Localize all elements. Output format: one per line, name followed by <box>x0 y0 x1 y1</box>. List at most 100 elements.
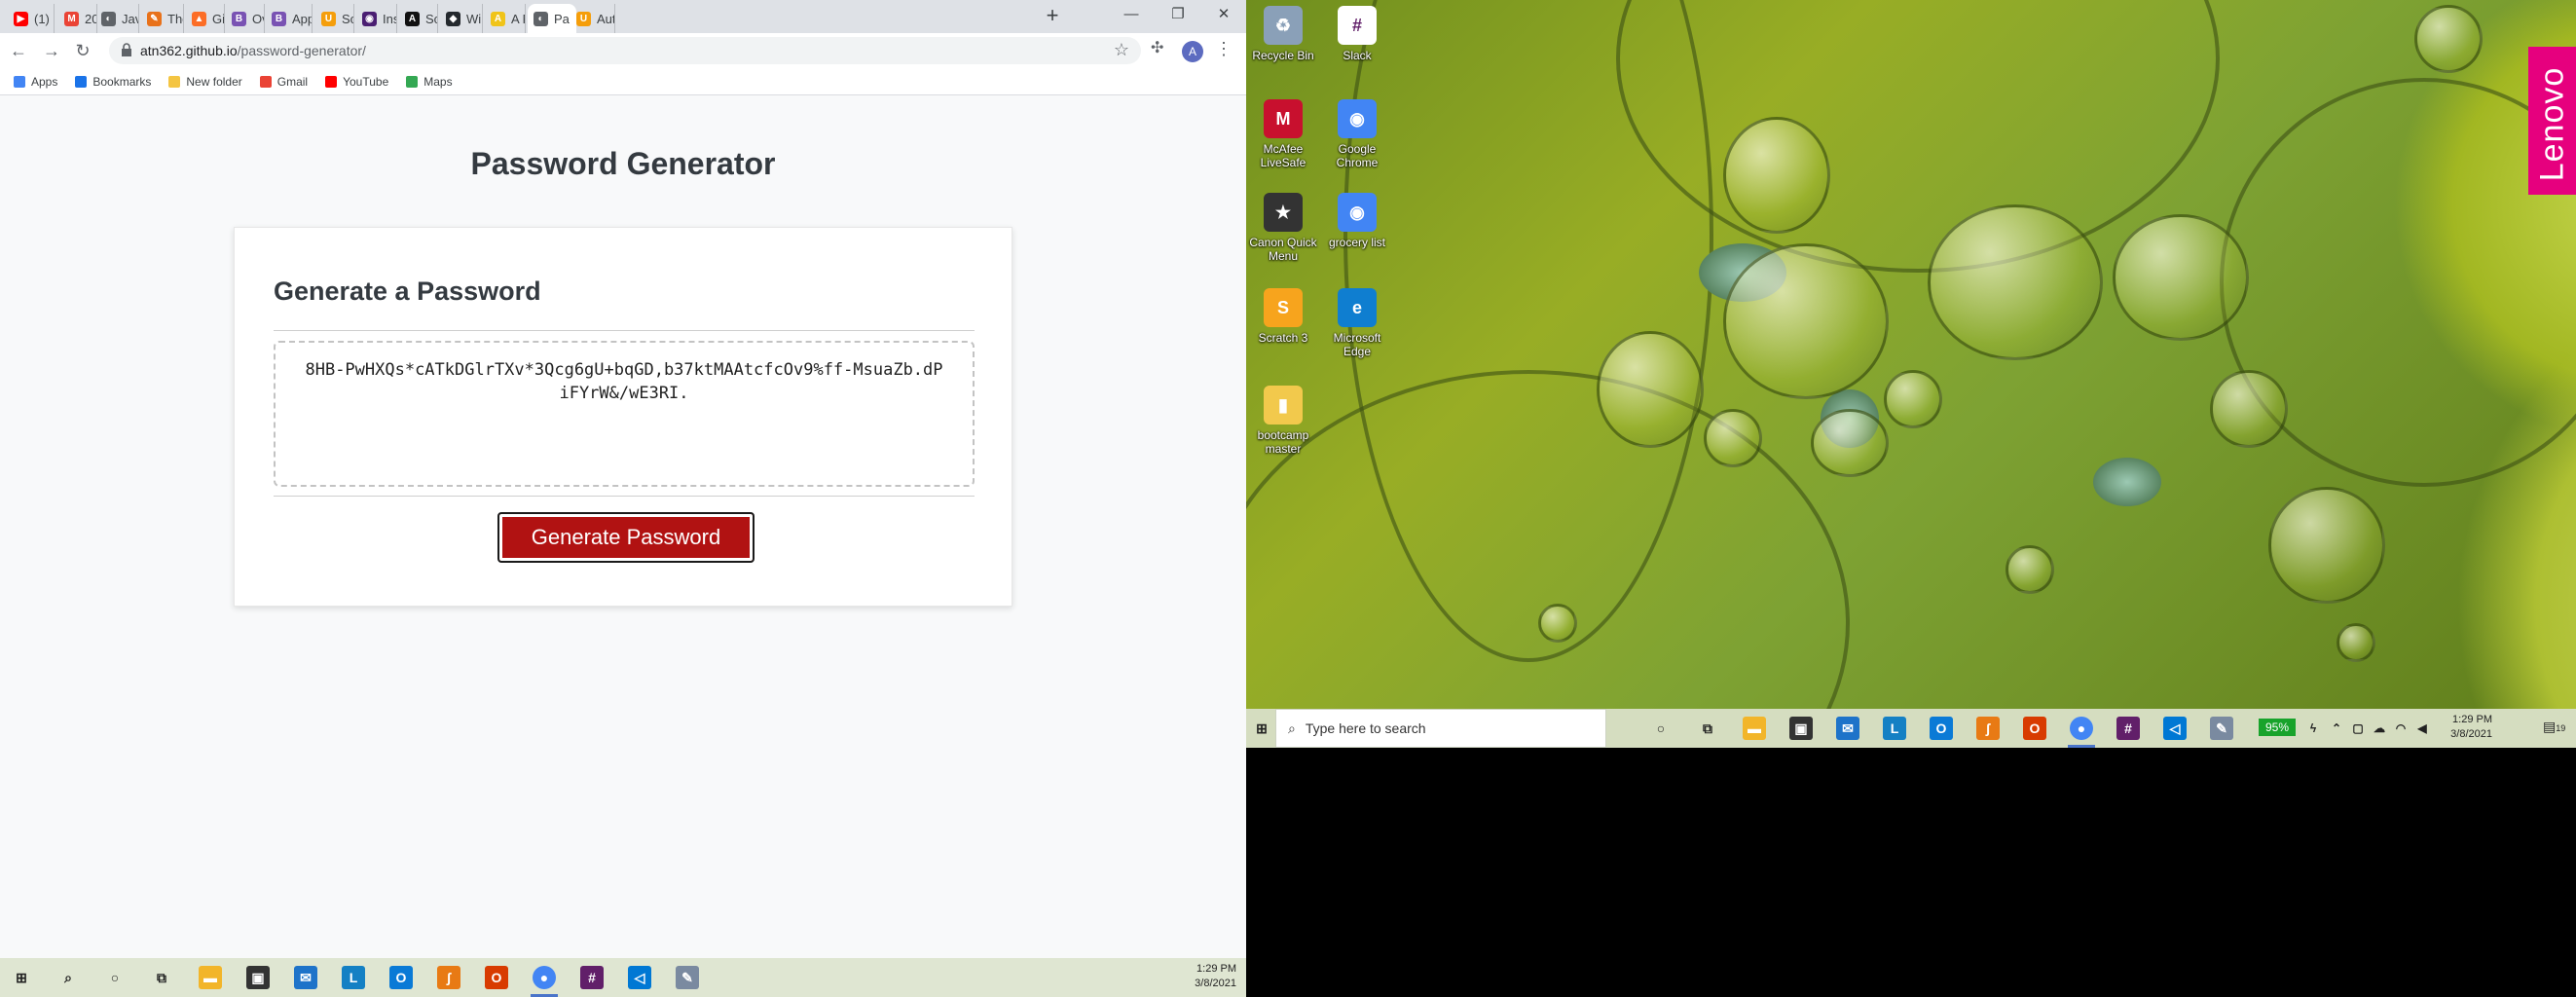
password-textarea[interactable]: 8HB-PwHXQs*cATkDGlrTXv*3Qcg6gU+bqGD,b37k… <box>274 341 975 487</box>
file-explorer-icon[interactable]: ▬ <box>1743 717 1766 740</box>
tab-label: Score <box>425 11 437 26</box>
reload-icon[interactable]: ↻ <box>70 38 95 63</box>
outlook-icon[interactable]: O <box>1930 717 1953 740</box>
task-view-icon[interactable]: ⧉ <box>150 966 173 989</box>
browser-tab[interactable]: B Appro <box>266 4 313 33</box>
tab-favicon-icon: ◉ <box>362 11 377 26</box>
address-bar[interactable]: atn362.github.io/password-generator/ ☆ <box>109 37 1141 64</box>
browser-tab[interactable]: B Overv <box>226 4 265 33</box>
close-window-icon[interactable]: ✕ <box>1201 0 1246 29</box>
scratch-icon[interactable]: ʃ <box>437 966 460 989</box>
wifi-icon[interactable]: ◠ <box>2389 717 2412 740</box>
desktop-icon[interactable]: # Slack <box>1322 6 1392 62</box>
office-icon[interactable]: O <box>2023 717 2046 740</box>
bookmark-item[interactable]: Apps <box>14 75 57 89</box>
restore-icon[interactable]: ❐ <box>1156 0 1200 29</box>
browser-tab[interactable]: U Sortab <box>315 4 354 33</box>
l-app-icon[interactable]: L <box>342 966 365 989</box>
desktop-icon[interactable]: ★ Canon Quick Menu <box>1248 193 1318 263</box>
desktop-icon[interactable]: M McAfee LiveSafe <box>1248 99 1318 169</box>
bookmark-icon <box>75 75 88 88</box>
browser-tab[interactable]: A A Prac <box>485 4 526 33</box>
taskbar-search-box[interactable]: ⌕ Type here to search <box>1275 709 1606 748</box>
tab-label: Sortab <box>342 11 353 26</box>
mail-icon[interactable]: ✉ <box>1836 717 1859 740</box>
mail-icon[interactable]: ✉ <box>294 966 317 989</box>
slack-taskbar-icon[interactable]: # <box>2116 717 2140 740</box>
desktop-icon-image: ★ <box>1264 193 1303 232</box>
chrome-taskbar-icon[interactable]: ● <box>533 966 556 989</box>
browser-tab[interactable]: ◐ JavaSc <box>95 4 139 33</box>
wallpaper-bubble <box>2268 487 2385 604</box>
tab-label: A Prac <box>511 11 525 26</box>
search-placeholder: Type here to search <box>1305 720 1426 736</box>
desktop-icon[interactable]: ♻ Recycle Bin <box>1248 6 1318 62</box>
battery-indicator[interactable]: 95% <box>2259 719 2296 736</box>
windows-start-icon[interactable]: ⊞ <box>10 966 33 989</box>
profile-avatar[interactable]: A <box>1182 41 1203 62</box>
task-view-icon[interactable]: ⧉ <box>1696 717 1719 740</box>
browser-tab[interactable]: ✎ The si <box>141 4 184 33</box>
l-app-icon[interactable]: L <box>1883 717 1906 740</box>
chrome-taskbar-icon[interactable]: ● <box>2070 717 2093 740</box>
outlook-icon[interactable]: O <box>389 966 413 989</box>
desktop-icon[interactable]: ▮ bootcamp master <box>1248 386 1318 456</box>
wallpaper-bubble <box>1811 409 1889 477</box>
browser-tab[interactable]: ◉ Insom <box>356 4 397 33</box>
wallpaper-bubble <box>1704 409 1762 467</box>
url-text: atn362.github.io/password-generator/ <box>140 43 366 58</box>
office-icon[interactable]: O <box>485 966 508 989</box>
browser-tab[interactable]: M2020 <box>58 4 97 33</box>
browser-tab[interactable]: ▲ GitLab <box>186 4 225 33</box>
store-icon[interactable]: ▣ <box>1789 717 1813 740</box>
slack-taskbar-icon[interactable]: # <box>580 966 604 989</box>
paint-icon[interactable]: ✎ <box>2210 717 2233 740</box>
vscode-icon[interactable]: ◁ <box>628 966 651 989</box>
cortana-icon[interactable]: ○ <box>103 966 127 989</box>
forward-arrow-icon[interactable]: → <box>39 38 64 63</box>
windows-start-icon[interactable]: ⊞ <box>1250 717 1273 740</box>
chevron-up-icon[interactable]: ⌃ <box>2325 717 2348 740</box>
bookmark-item[interactable]: Bookmarks <box>75 75 151 89</box>
cortana-icon[interactable]: ○ <box>1649 717 1673 740</box>
browser-tab[interactable]: ◆ Windo <box>440 4 483 33</box>
bookmark-icon <box>406 75 419 88</box>
volume-icon[interactable]: ◀ <box>2410 717 2434 740</box>
desktop-icon[interactable]: ◉ Google Chrome <box>1322 99 1392 169</box>
desktop-icon[interactable]: ◉ grocery list <box>1322 193 1392 249</box>
bookmark-star-icon[interactable]: ☆ <box>1114 40 1129 60</box>
new-tab-button[interactable]: + <box>1040 4 1065 29</box>
vscode-icon[interactable]: ◁ <box>2163 717 2187 740</box>
system-tray-icon[interactable]: ▢ <box>2346 717 2370 740</box>
clock-left[interactable]: 1:29 PM 3/8/2021 <box>1120 962 1236 991</box>
paint-icon[interactable]: ✎ <box>676 966 699 989</box>
extensions-puzzle-icon[interactable]: ✣ <box>1151 38 1163 57</box>
desktop-icon[interactable]: e Microsoft Edge <box>1322 288 1392 358</box>
bookmark-item[interactable]: Gmail <box>259 74 309 89</box>
store-icon[interactable]: ▣ <box>246 966 270 989</box>
notification-center-icon[interactable]: ▤19 <box>2543 719 2565 738</box>
flash-icon[interactable]: ϟ <box>2301 717 2325 740</box>
browser-tab[interactable]: U Autoc <box>570 4 615 33</box>
minimize-icon[interactable]: — <box>1109 0 1154 29</box>
card-header: Generate a Password <box>274 277 541 306</box>
chrome-menu-icon[interactable]: ⋮ <box>1215 39 1233 59</box>
browser-tab[interactable]: ▶ (1) HT <box>8 4 55 33</box>
generate-password-button[interactable]: Generate Password <box>497 512 754 563</box>
page-title: Password Generator <box>470 146 776 181</box>
desktop-icon[interactable]: S Scratch 3 <box>1248 288 1318 345</box>
bookmark-label: Gmail <box>276 74 309 89</box>
browser-tab[interactable]: ◐Pa✕ <box>528 4 576 33</box>
file-explorer-icon[interactable]: ▬ <box>199 966 222 989</box>
bookmark-item[interactable]: New folder <box>168 75 242 89</box>
back-arrow-icon[interactable]: ← <box>6 38 31 63</box>
clock-right[interactable]: 1:29 PM 3/8/2021 <box>2436 713 2492 742</box>
web-page: Password Generator Generate a Password 8… <box>0 95 1246 958</box>
onedrive-icon[interactable]: ☁ <box>2368 717 2391 740</box>
bookmark-item[interactable]: Maps <box>406 75 453 89</box>
bookmark-item[interactable]: YouTube <box>325 75 388 89</box>
search-icon[interactable]: ⌕ <box>56 966 80 989</box>
browser-tab[interactable]: A Score <box>399 4 438 33</box>
scratch-icon[interactable]: ʃ <box>1976 717 2000 740</box>
tab-label: Overv <box>252 11 264 26</box>
